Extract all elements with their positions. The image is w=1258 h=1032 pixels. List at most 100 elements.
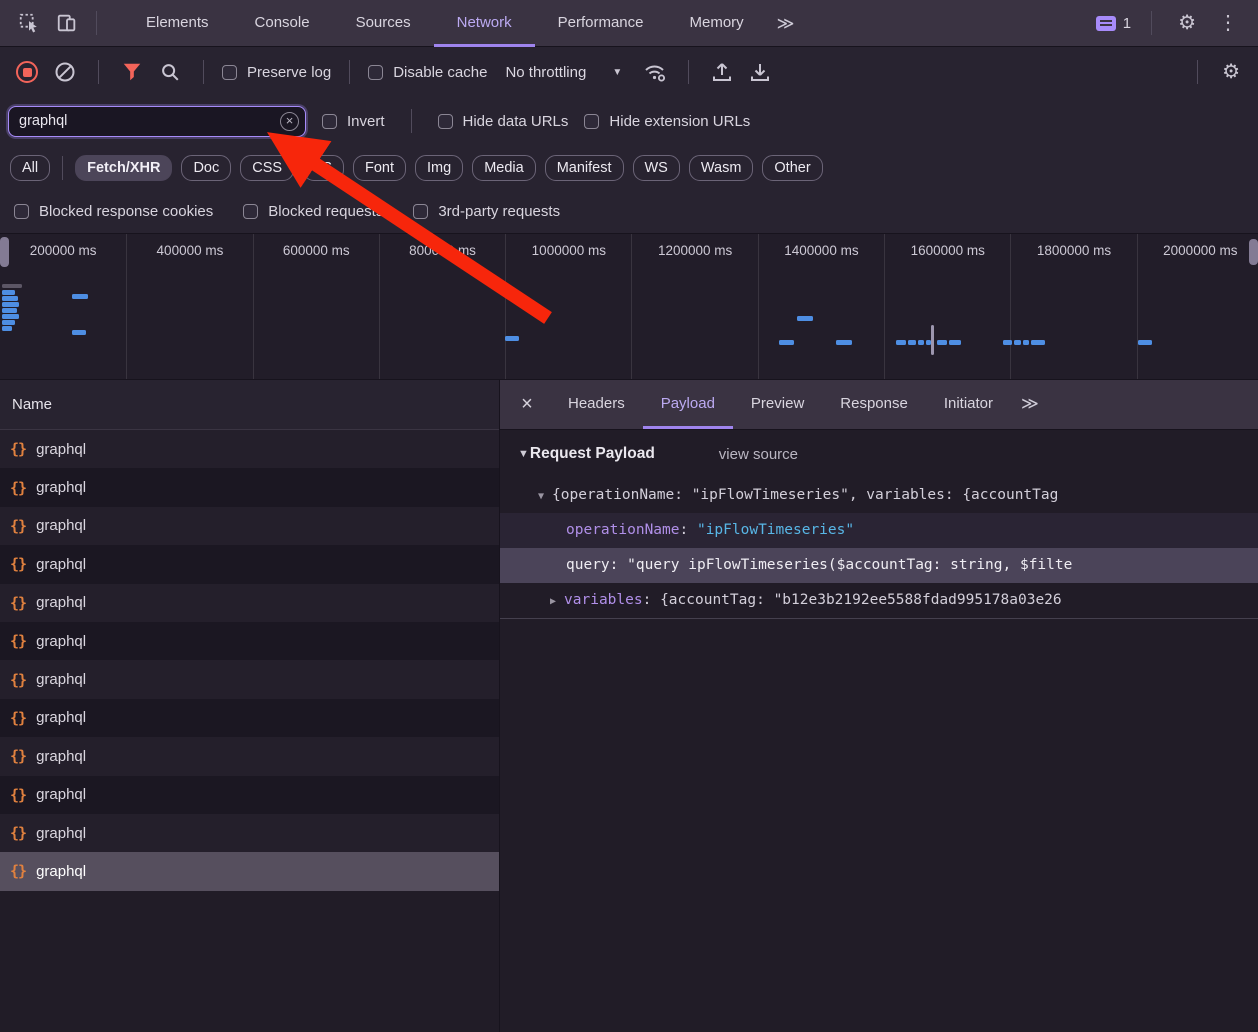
checkbox[interactable] <box>438 114 453 129</box>
table-row[interactable]: {}graphql <box>0 545 499 583</box>
close-details-icon[interactable]: × <box>504 380 550 429</box>
table-row[interactable]: {}graphql <box>0 776 499 814</box>
request-name: graphql <box>36 517 86 534</box>
devtools-tabbar: ElementsConsoleSourcesNetworkPerformance… <box>0 0 1258 47</box>
blocked-response-cookies-checkbox[interactable]: Blocked response cookies <box>14 203 213 220</box>
checkbox[interactable] <box>222 65 237 80</box>
filter-funnel-icon[interactable] <box>117 57 147 87</box>
filter-chip-other[interactable]: Other <box>762 155 822 181</box>
waterfall-mark <box>2 296 18 301</box>
detail-tab-headers[interactable]: Headers <box>550 380 643 429</box>
clear-network-log-icon[interactable] <box>50 57 80 87</box>
request-name: graphql <box>36 594 86 611</box>
table-row[interactable]: {}graphql <box>0 622 499 660</box>
tab-elements[interactable]: Elements <box>123 0 232 47</box>
devtools-window: ElementsConsoleSourcesNetworkPerformance… <box>0 0 1258 1032</box>
table-row[interactable]: {}graphql <box>0 660 499 698</box>
tab-sources[interactable]: Sources <box>333 0 434 47</box>
settings-gear-icon[interactable]: ⚙ <box>1172 11 1202 35</box>
invert-checkbox[interactable]: Invert <box>322 113 385 130</box>
export-har-icon[interactable] <box>745 57 775 87</box>
table-row[interactable]: {}graphql <box>0 814 499 852</box>
preserve-log-checkbox[interactable]: Preserve log <box>222 64 331 81</box>
name-column-label: Name <box>12 396 52 413</box>
payload-operationname-row[interactable]: operationName: "ipFlowTimeseries" <box>500 513 1258 548</box>
filter-chip-all[interactable]: All <box>10 155 50 181</box>
tab-memory[interactable]: Memory <box>667 0 767 47</box>
detail-tab-preview[interactable]: Preview <box>733 380 822 429</box>
filter-chip-css[interactable]: CSS <box>240 155 294 181</box>
table-row[interactable]: {}graphql <box>0 584 499 622</box>
request-payload-section[interactable]: ▼ Request Payload view source <box>500 430 1258 478</box>
filter-chip-manifest[interactable]: Manifest <box>545 155 624 181</box>
name-column-header[interactable]: Name <box>0 380 499 430</box>
waterfall-mark <box>931 325 934 355</box>
filter-chip-font[interactable]: Font <box>353 155 406 181</box>
json-braces-icon: {} <box>10 479 26 497</box>
detail-tab-initiator[interactable]: Initiator <box>926 380 1011 429</box>
payload-root-row[interactable]: ▼{operationName: "ipFlowTimeseries", var… <box>500 478 1258 513</box>
device-toolbar-icon[interactable] <box>54 10 80 36</box>
more-tabs-icon[interactable]: ≫ <box>767 1 805 46</box>
tree-expanded-icon[interactable]: ▼ <box>538 491 544 502</box>
payload-variables-row[interactable]: ▶variables: {accountTag: "b12e3b2192ee55… <box>500 583 1258 618</box>
waterfall-mark <box>1138 340 1152 345</box>
divider <box>1197 60 1198 84</box>
table-row[interactable]: {}graphql <box>0 737 499 775</box>
clear-filter-icon[interactable]: × <box>280 112 299 131</box>
network-conditions-icon[interactable] <box>640 57 670 87</box>
request-name: graphql <box>36 441 86 458</box>
checkbox[interactable] <box>413 204 428 219</box>
tab-network[interactable]: Network <box>434 0 535 47</box>
tree-collapsed-icon[interactable]: ▶ <box>550 596 556 607</box>
filter-chip-wasm[interactable]: Wasm <box>689 155 754 181</box>
section-expand-icon[interactable]: ▼ <box>518 448 529 460</box>
filter-chip-doc[interactable]: Doc <box>181 155 231 181</box>
filter-chip-fetch-xhr[interactable]: Fetch/XHR <box>75 155 172 181</box>
table-row[interactable]: {}graphql <box>0 430 499 468</box>
checkbox[interactable] <box>368 65 383 80</box>
checkbox[interactable] <box>14 204 29 219</box>
filter-chip-img[interactable]: Img <box>415 155 463 181</box>
request-name: graphql <box>36 825 86 842</box>
hide-extension-urls-checkbox[interactable]: Hide extension URLs <box>584 113 750 130</box>
request-payload-title: Request Payload <box>530 445 655 463</box>
search-icon[interactable] <box>155 57 185 87</box>
filter-input[interactable] <box>9 113 305 129</box>
filter-chip-media[interactable]: Media <box>472 155 536 181</box>
hide-data-urls-checkbox[interactable]: Hide data URLs <box>438 113 569 130</box>
payload-query-row-selected[interactable]: query: "query ipFlowTimeseries($accountT… <box>500 548 1258 583</box>
record-network-log-button[interactable] <box>12 57 42 87</box>
tab-performance[interactable]: Performance <box>535 0 667 47</box>
network-overview-timeline[interactable]: 200000 ms400000 ms600000 ms800000 ms1000… <box>0 234 1258 380</box>
import-har-icon[interactable] <box>707 57 737 87</box>
detail-tab-response[interactable]: Response <box>822 380 926 429</box>
disable-cache-checkbox[interactable]: Disable cache <box>368 64 487 81</box>
checkbox[interactable] <box>243 204 258 219</box>
table-row[interactable]: {}graphql <box>0 852 499 890</box>
3rd-party-requests-checkbox[interactable]: 3rd-party requests <box>413 203 560 220</box>
tab-console[interactable]: Console <box>232 0 333 47</box>
network-settings-gear-icon[interactable]: ⚙ <box>1216 60 1246 84</box>
detail-tab-payload[interactable]: Payload <box>643 380 733 429</box>
table-row[interactable]: {}graphql <box>0 507 499 545</box>
checkbox[interactable] <box>584 114 599 129</box>
filter-chip-js[interactable]: JS <box>303 155 344 181</box>
more-detail-tabs-icon[interactable]: ≫ <box>1013 380 1047 429</box>
timeline-scroll-handle-left[interactable] <box>0 237 9 267</box>
kebab-menu-icon[interactable]: ⋮ <box>1212 11 1244 35</box>
table-row[interactable]: {}graphql <box>0 468 499 506</box>
filter-chip-ws[interactable]: WS <box>633 155 680 181</box>
table-row[interactable]: {}graphql <box>0 699 499 737</box>
view-source-link[interactable]: view source <box>719 446 798 463</box>
network-toolbar: Preserve log Disable cache No throttling… <box>0 47 1258 97</box>
inspect-element-icon[interactable] <box>16 10 42 36</box>
timeline-marks <box>0 234 1258 379</box>
issues-badge[interactable]: 1 <box>1096 15 1131 32</box>
blocked-requests-checkbox[interactable]: Blocked requests <box>243 203 383 220</box>
divider <box>349 60 350 84</box>
waterfall-mark <box>797 316 813 321</box>
timeline-scroll-handle-right[interactable] <box>1249 239 1258 265</box>
checkbox[interactable] <box>322 114 337 129</box>
throttling-dropdown[interactable]: No throttling ▼ <box>495 64 632 81</box>
